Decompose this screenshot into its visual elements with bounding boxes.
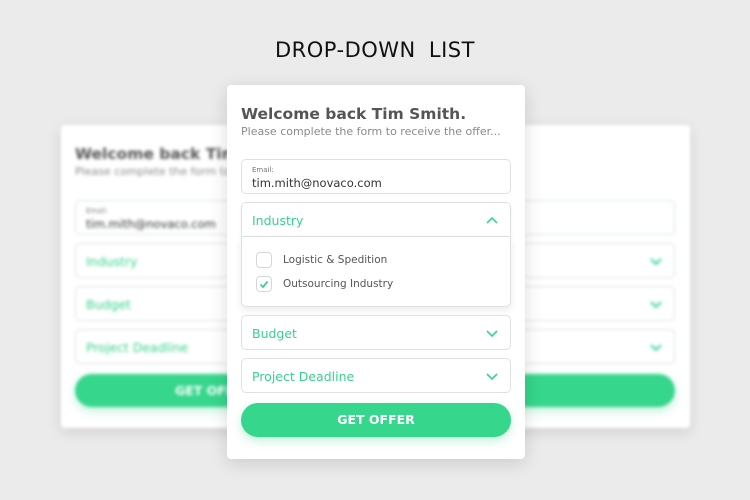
- bg-deadline-label: Project Deadline: [86, 340, 189, 355]
- option-label: Outsourcing Industry: [283, 278, 394, 290]
- industry-label: Industry: [252, 213, 304, 228]
- checkbox-unchecked[interactable]: [256, 252, 272, 268]
- bg-industry-label: Industry: [86, 254, 138, 269]
- welcome-heading: Welcome back Tim Smith.: [241, 105, 467, 123]
- page-title: DROP-DOWN LIST: [275, 38, 475, 62]
- industry-dropdown[interactable]: Industry: [241, 202, 511, 237]
- bg-email-label: Email:: [86, 207, 108, 215]
- bg-email-value: tim.mith@novaco.com: [86, 217, 216, 231]
- chevron-up-icon[interactable]: [485, 215, 499, 225]
- project-deadline-dropdown[interactable]: Project Deadline: [241, 358, 511, 393]
- chevron-down-icon: [650, 301, 662, 309]
- budget-dropdown[interactable]: Budget: [241, 315, 511, 350]
- bg-budget-label: Budget: [86, 297, 131, 312]
- email-value[interactable]: tim.mith@novaco.com: [252, 176, 382, 190]
- option-outsourcing-industry[interactable]: Outsourcing Industry: [256, 275, 393, 293]
- chevron-down-icon: [650, 258, 662, 266]
- email-label: Email:: [252, 166, 274, 174]
- chevron-down-icon[interactable]: [485, 371, 499, 381]
- get-offer-button[interactable]: GET OFFER: [241, 403, 511, 437]
- checkmark-icon: [259, 280, 269, 288]
- email-field[interactable]: Email: tim.mith@novaco.com: [241, 159, 511, 194]
- form-subtitle: Please complete the form to receive the …: [241, 125, 501, 138]
- checkbox-checked[interactable]: [256, 276, 272, 292]
- industry-options-panel: Logistic & Spedition Outsourcing Industr…: [241, 237, 511, 307]
- budget-label: Budget: [252, 326, 297, 341]
- offer-form-card: Welcome back Tim Smith. Please complete …: [227, 85, 525, 459]
- option-label: Logistic & Spedition: [283, 254, 388, 266]
- option-logistic-spedition[interactable]: Logistic & Spedition: [256, 251, 387, 269]
- project-deadline-label: Project Deadline: [252, 369, 355, 384]
- chevron-down-icon: [650, 344, 662, 352]
- chevron-down-icon[interactable]: [485, 328, 499, 338]
